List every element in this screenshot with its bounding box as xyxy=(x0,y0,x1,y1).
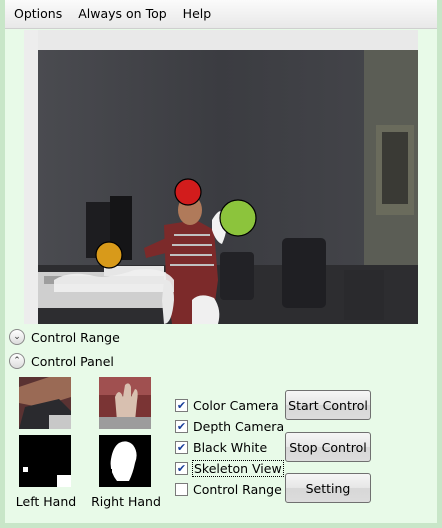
checkbox-empty-icon[interactable] xyxy=(175,482,188,496)
left-hand-label: Left Hand xyxy=(15,494,77,509)
checkmark-icon[interactable]: ✔ xyxy=(175,398,188,412)
control-range-label: Control Range xyxy=(31,329,120,345)
menu-help[interactable]: Help xyxy=(175,0,220,28)
left-hand-depth-thumbnail xyxy=(19,435,71,487)
skeleton-view-checkbox[interactable]: ✔ Skeleton View xyxy=(175,459,284,477)
camera-scene xyxy=(24,30,418,324)
checkmark-icon[interactable]: ✔ xyxy=(175,461,188,475)
skeleton-view-label: Skeleton View xyxy=(192,459,284,477)
stop-control-button[interactable]: Stop Control xyxy=(285,432,371,462)
menu-always-on-top[interactable]: Always on Top xyxy=(70,0,174,28)
chevron-down-icon[interactable]: ⌄ xyxy=(9,329,25,345)
head-marker xyxy=(174,178,202,206)
camera-view xyxy=(24,30,418,324)
setting-button[interactable]: Setting xyxy=(285,473,371,503)
control-range-checkbox-label: Control Range xyxy=(193,481,282,497)
right-hand-depth-thumbnail xyxy=(99,435,151,487)
right-hand-label: Right Hand xyxy=(91,494,161,509)
start-control-button[interactable]: Start Control xyxy=(285,390,371,420)
color-camera-label: Color Camera xyxy=(193,397,279,413)
checkmark-icon[interactable]: ✔ xyxy=(175,440,188,454)
color-camera-checkbox[interactable]: ✔ Color Camera xyxy=(175,396,279,414)
left-hand-marker xyxy=(95,241,123,269)
right-hand-color-thumbnail xyxy=(99,377,151,429)
menu-bar: Options Always on Top Help xyxy=(5,0,437,29)
menu-options[interactable]: Options xyxy=(5,0,70,28)
black-white-checkbox[interactable]: ✔ Black White xyxy=(175,438,267,456)
right-hand-marker xyxy=(219,199,257,237)
checkmark-icon[interactable]: ✔ xyxy=(175,419,188,433)
left-hand-color-thumbnail xyxy=(19,377,71,429)
control-range-checkbox[interactable]: Control Range xyxy=(175,480,282,498)
chevron-up-icon[interactable]: ⌃ xyxy=(9,353,25,369)
control-panel-label: Control Panel xyxy=(31,353,114,369)
black-white-label: Black White xyxy=(193,439,268,455)
control-range-expander[interactable]: ⌄ Control Range xyxy=(9,327,120,347)
control-panel-expander[interactable]: ⌃ Control Panel xyxy=(9,351,114,371)
depth-camera-label: Depth Camera xyxy=(193,418,285,434)
depth-camera-checkbox[interactable]: ✔ Depth Camera xyxy=(175,417,284,435)
